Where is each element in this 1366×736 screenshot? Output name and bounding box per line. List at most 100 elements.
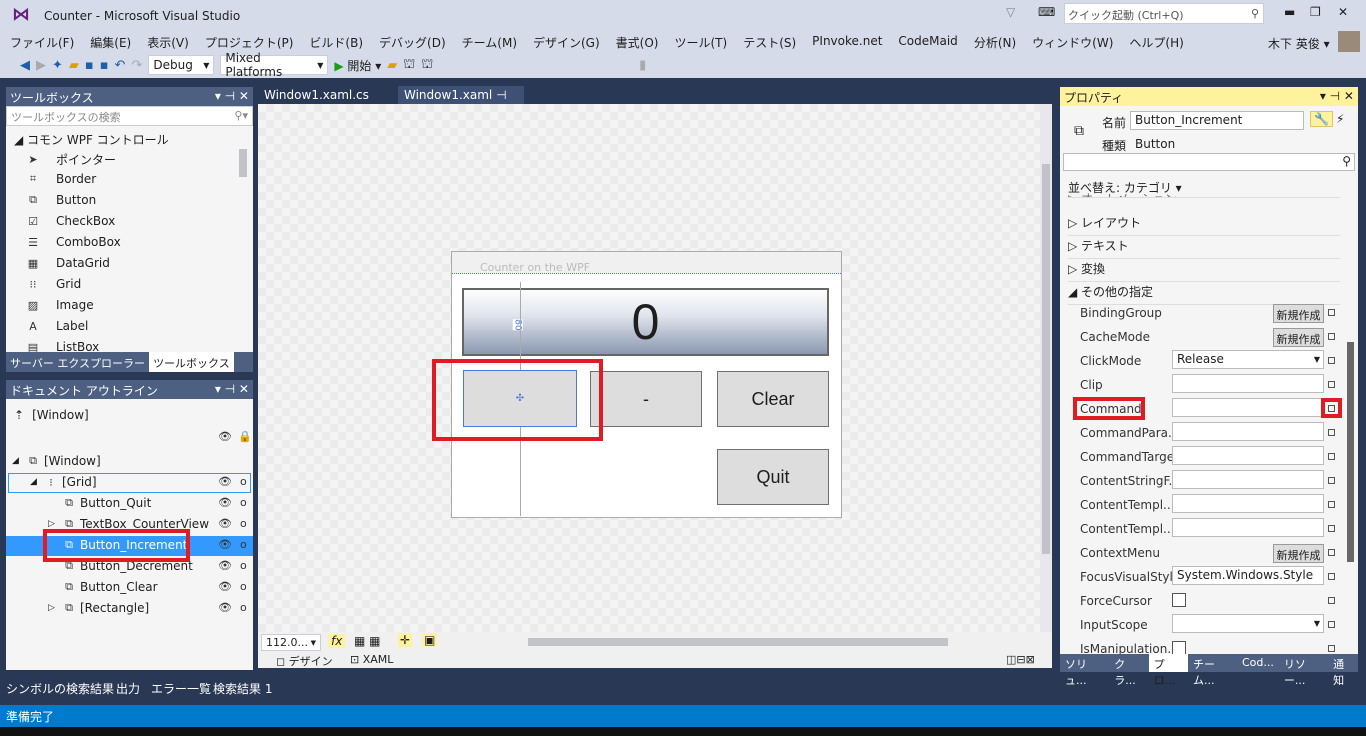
advanced-options-marker[interactable] <box>1328 549 1335 556</box>
outline-item[interactable]: ⧉ Button_Quit <box>48 496 151 510</box>
properties-panel-tab[interactable]: ソリュ... <box>1060 654 1109 687</box>
vertical-scrollbar[interactable] <box>1040 104 1052 632</box>
lock-toggle-icon[interactable]: o <box>240 559 247 572</box>
split-view-icons[interactable]: ◫⊟⊠ <box>1006 653 1035 666</box>
menu-item[interactable]: ヘルプ(H) <box>1129 30 1190 52</box>
editor-tab-xaml[interactable]: Window1.xaml ⊣ ✕ <box>398 86 524 116</box>
fx-icon[interactable]: fx <box>328 634 346 648</box>
property-value-input[interactable]: ▼ <box>1172 614 1324 633</box>
properties-wrench-icon[interactable]: 🔧 <box>1310 111 1333 127</box>
property-value-input[interactable]: System.Windows.Style <box>1172 566 1324 585</box>
bookmark-icon[interactable]: ▮ <box>639 58 646 73</box>
menu-item[interactable]: ウィンドウ(W) <box>1032 30 1120 52</box>
panel-controls[interactable]: ▾ ⊣ ✕ <box>215 89 249 104</box>
bottom-panel-tab[interactable]: エラー一覧 <box>151 680 211 697</box>
menu-item[interactable]: デザイン(G) <box>533 30 607 52</box>
toolbox-category[interactable]: ◢ コモン WPF コントロール <box>14 131 169 148</box>
lock-icon[interactable]: 🔒 <box>238 430 252 443</box>
property-checkbox[interactable] <box>1172 593 1186 607</box>
menu-item[interactable]: ツール(T) <box>674 30 734 52</box>
lock-toggle-icon[interactable]: o <box>240 496 247 509</box>
tab-design[interactable]: ◻ デザイン <box>276 653 333 669</box>
toolbox-item[interactable]: ➤ ポインター <box>26 151 116 168</box>
bottom-panel-tab[interactable]: シンボルの検索結果 <box>6 680 114 697</box>
new-button[interactable]: 新規作成 <box>1273 544 1324 563</box>
lock-toggle-icon[interactable]: o <box>240 517 247 530</box>
find-icon[interactable]: ▰ <box>387 58 397 73</box>
undo-icon[interactable]: ↶ <box>115 58 126 73</box>
zoom-select[interactable]: 112.0... ▼ <box>261 634 321 651</box>
menu-item[interactable]: 書式(O) <box>616 30 666 52</box>
outline-item[interactable]: ◢ ⧉ [Window] <box>12 454 101 468</box>
forward-icon[interactable]: ▶ <box>36 58 46 73</box>
quick-launch-input[interactable]: クイック起動 (Ctrl+Q) ⚲ <box>1064 3 1264 24</box>
advanced-options-marker[interactable] <box>1328 309 1335 316</box>
eye-icon[interactable]: 👁 <box>218 601 232 614</box>
menu-item[interactable]: ファイル(F) <box>10 30 81 52</box>
clear-button[interactable]: Clear <box>717 371 829 427</box>
config-select[interactable]: Debug ▼ <box>148 55 215 75</box>
advanced-options-marker[interactable] <box>1328 525 1335 532</box>
minimize-button[interactable]: ▬ <box>1284 5 1295 19</box>
outline-item[interactable]: ▷ ⧉ [Rectangle] <box>48 601 149 615</box>
property-value-input[interactable] <box>1172 374 1324 393</box>
eye-icon[interactable]: 👁 <box>218 559 232 572</box>
menu-item[interactable]: テスト(S) <box>743 30 803 52</box>
open-icon[interactable]: ▰ <box>69 58 79 73</box>
expander-icon[interactable]: ◢ <box>12 456 22 466</box>
property-category[interactable]: ▷ レイアウト <box>1068 214 1340 236</box>
property-value-input[interactable]: Release ▼ <box>1172 350 1324 369</box>
filter-icon[interactable]: ▽ <box>1006 5 1015 19</box>
save-icon[interactable]: ▪ <box>85 58 94 73</box>
close-button[interactable]: ✕ <box>1338 5 1348 19</box>
toolbox-item[interactable]: ▨ Image <box>26 298 94 312</box>
advanced-options-marker[interactable] <box>1328 597 1335 604</box>
panel-controls[interactable]: ▾ ⊣ ✕ <box>215 382 249 397</box>
lock-toggle-icon[interactable]: o <box>240 538 247 551</box>
properties-panel-tab[interactable]: Cod... <box>1237 654 1279 672</box>
name-input[interactable]: Button_Increment <box>1130 111 1304 130</box>
grid-toggle-icon[interactable]: ▦ ▦ <box>354 634 381 648</box>
property-checkbox[interactable] <box>1172 641 1186 655</box>
quit-button[interactable]: Quit <box>717 449 829 505</box>
advanced-options-marker[interactable] <box>1328 477 1335 484</box>
menu-item[interactable]: チーム(M) <box>462 30 524 52</box>
properties-panel-tab[interactable]: 通知 <box>1328 654 1358 687</box>
menu-item[interactable]: 表示(V) <box>147 30 196 52</box>
back-icon[interactable]: ◀ <box>20 58 30 73</box>
menu-item[interactable]: プロジェクト(P) <box>205 30 301 52</box>
toolbox-item[interactable]: ☰ ComboBox <box>26 235 121 249</box>
properties-panel-tab[interactable]: チーム... <box>1188 654 1237 687</box>
toolbox-item[interactable]: ▦ DataGrid <box>26 256 110 270</box>
lock-toggle-icon[interactable]: o <box>240 580 247 593</box>
property-value-input[interactable] <box>1172 518 1324 537</box>
tab-server-explorer[interactable]: サーバー エクスプローラー <box>6 352 149 372</box>
bottom-panel-tab[interactable]: 出力 <box>116 680 140 697</box>
advanced-options-marker[interactable] <box>1328 573 1335 580</box>
tab-xaml[interactable]: ⊡ XAML <box>350 653 393 666</box>
menu-item[interactable]: デバッグ(D) <box>379 30 453 52</box>
toolbox-item[interactable]: A Label <box>26 319 88 333</box>
property-category[interactable]: ▷ オートメーション <box>1068 190 1340 198</box>
feedback-icon[interactable]: ⌨ <box>1038 5 1055 19</box>
menu-item[interactable]: 分析(N) <box>974 30 1023 52</box>
outline-item[interactable]: ⧉ Button_Clear <box>48 580 158 594</box>
menu-item[interactable]: ビルド(B) <box>309 30 370 52</box>
panel-controls[interactable]: ▾ ⊣ ✕ <box>1320 89 1354 104</box>
redo-icon[interactable]: ↷ <box>131 58 142 73</box>
property-value-input[interactable] <box>1172 422 1324 441</box>
property-value-input[interactable] <box>1172 470 1324 489</box>
property-category[interactable]: ◢ その他の指定 <box>1068 283 1340 305</box>
advanced-options-marker[interactable] <box>1328 357 1335 364</box>
toolbox-item[interactable]: ☑ CheckBox <box>26 214 115 228</box>
advanced-options-marker[interactable] <box>1328 621 1335 628</box>
save-all-icon[interactable]: ▪ <box>100 58 109 73</box>
new-button[interactable]: 新規作成 <box>1273 328 1324 347</box>
expander-icon[interactable]: ▷ <box>48 519 58 529</box>
properties-panel-tab[interactable]: リソー... <box>1279 654 1328 687</box>
property-value-input[interactable] <box>1172 398 1324 417</box>
properties-panel-tab[interactable]: クラ... <box>1109 654 1148 687</box>
advanced-options-marker[interactable] <box>1328 501 1335 508</box>
decrement-button[interactable]: - <box>590 371 702 427</box>
build-icon[interactable]: ⛫ <box>403 57 415 74</box>
